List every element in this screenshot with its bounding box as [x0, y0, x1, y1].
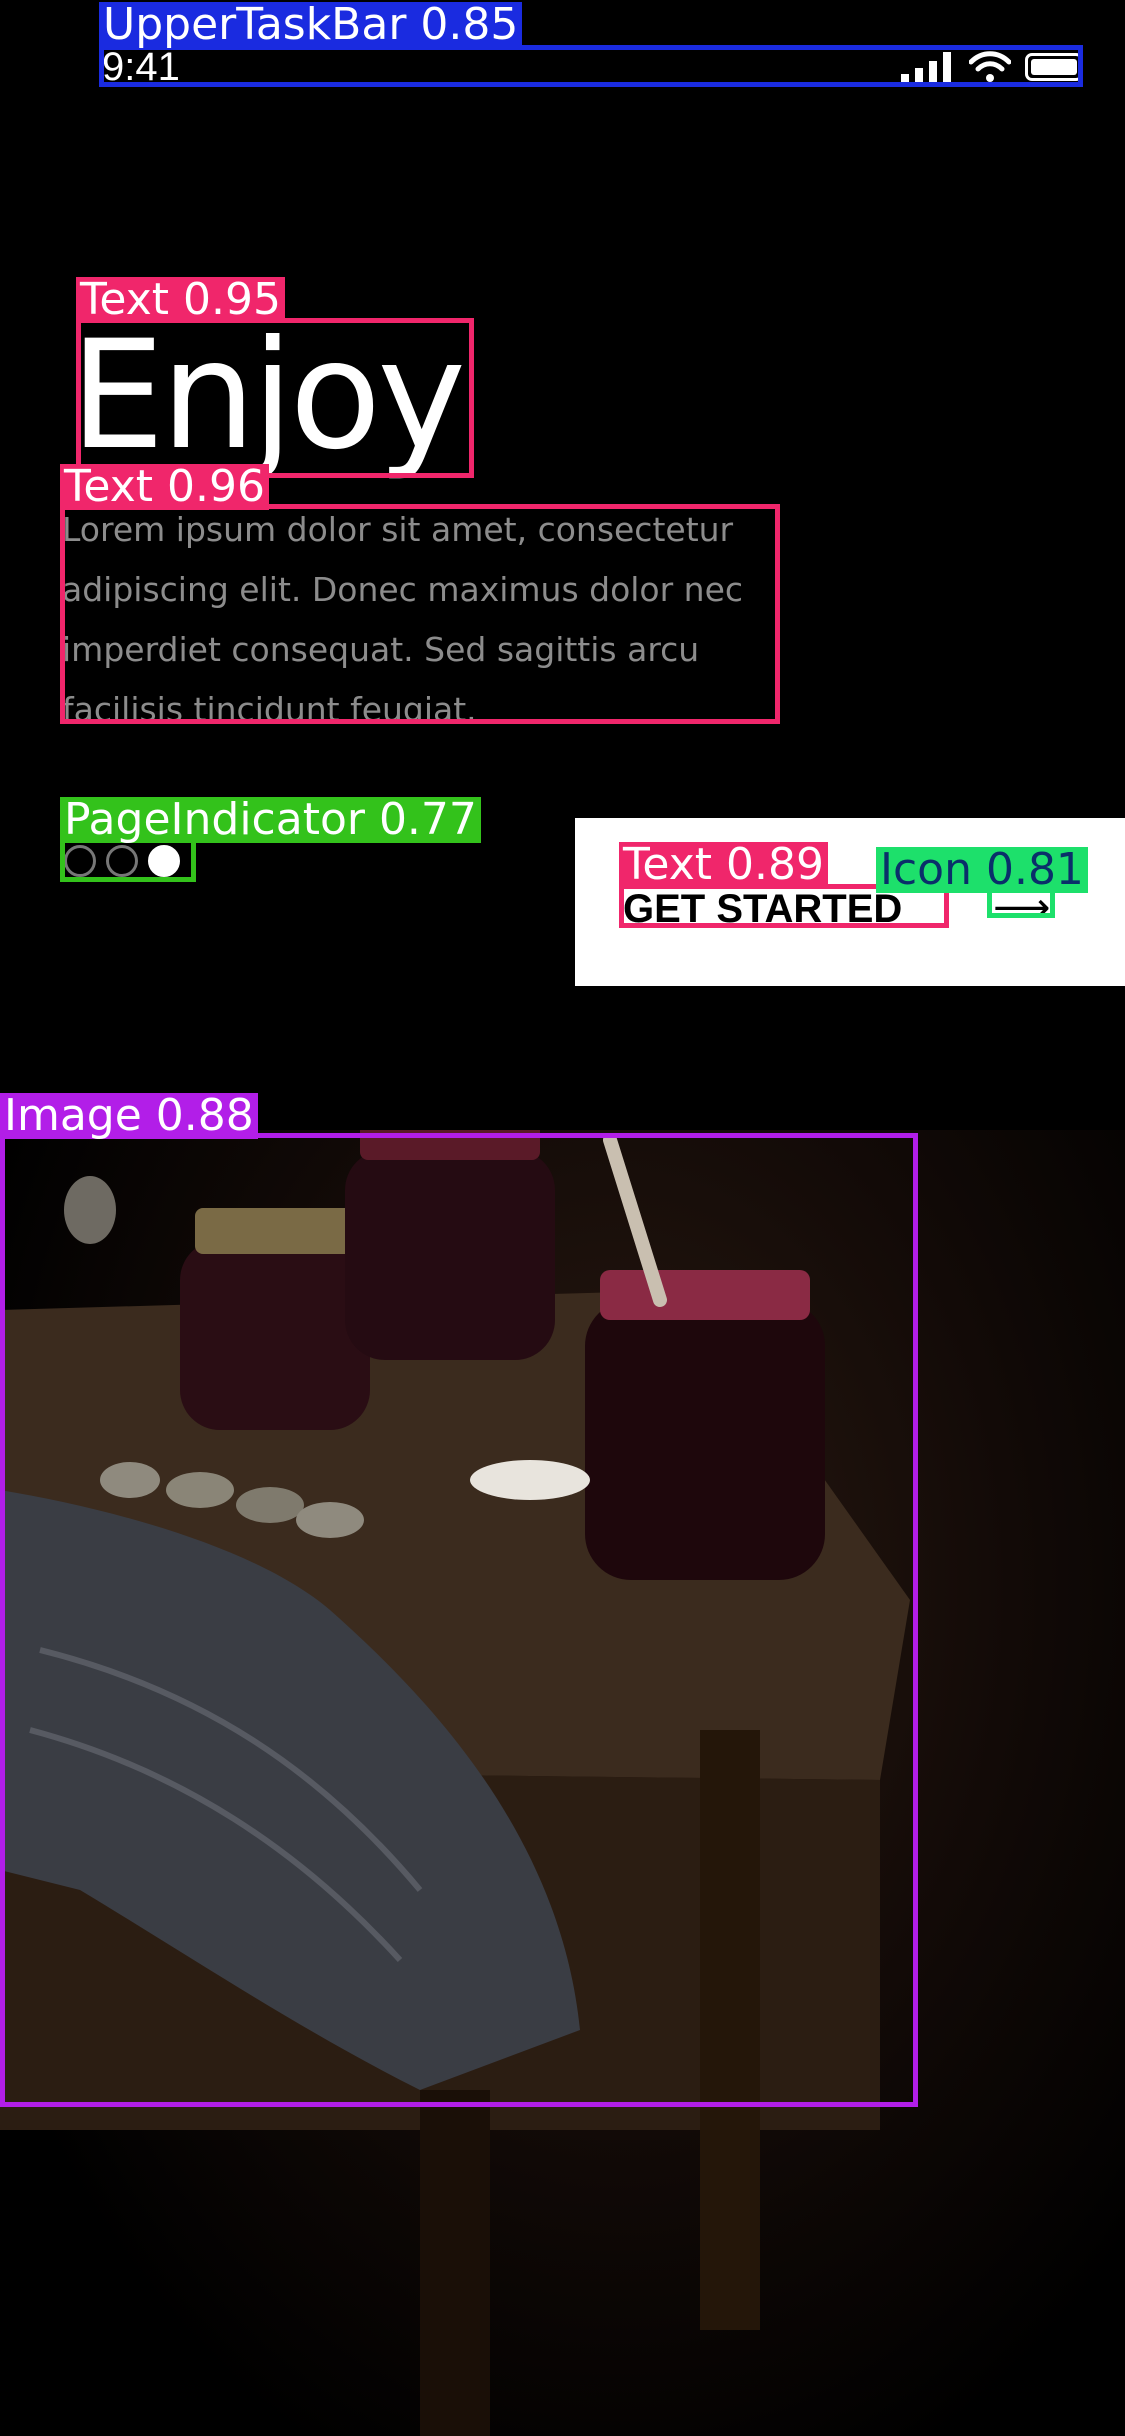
detection-label: PageIndicator 0.77 [60, 797, 481, 843]
detection-label: UpperTaskBar 0.85 [99, 2, 523, 48]
page-dot-active[interactable] [148, 845, 180, 877]
detection-label: Text 0.96 [60, 464, 269, 510]
page-dot[interactable] [106, 845, 138, 877]
battery-icon [1025, 53, 1083, 81]
detection-label: Text 0.95 [76, 277, 285, 323]
arrow-right-icon: ⟶ [993, 885, 1051, 931]
wifi-icon [969, 51, 1011, 82]
page-dot[interactable] [64, 845, 96, 877]
jam-still-life-image [0, 1130, 910, 2436]
signal-icon [901, 52, 951, 82]
status-time: 9:41 [102, 45, 180, 89]
detection-label: Image 0.88 [0, 1093, 258, 1139]
onboarding-description: Lorem ipsum dolor sit amet, consectetur … [62, 510, 744, 720]
hero-photo [0, 1130, 1125, 2436]
onboarding-title: Enjoy [70, 309, 466, 483]
detection-label: Icon 0.81 [876, 847, 1088, 893]
status-icons [901, 50, 1083, 84]
page-indicator[interactable] [64, 843, 190, 879]
detection-label: Text 0.89 [619, 842, 828, 888]
